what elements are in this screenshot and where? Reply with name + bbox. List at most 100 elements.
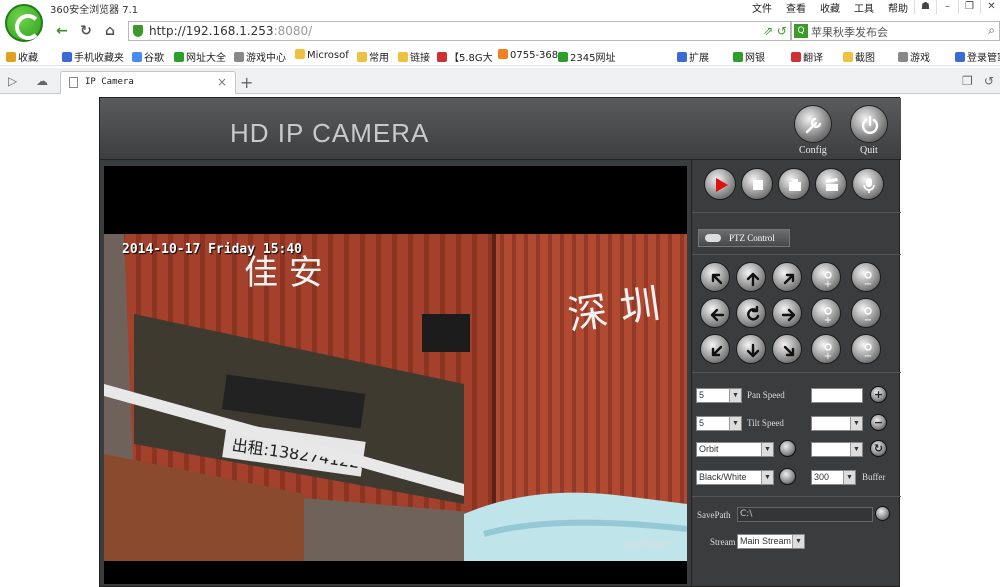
iris-open-button[interactable]: +: [811, 334, 841, 364]
close-tab-icon[interactable]: ×: [217, 75, 227, 89]
ptz-control-text: PTZ Control: [729, 233, 775, 243]
ptz-down-left-button[interactable]: [700, 334, 730, 364]
maximize-icon[interactable]: ❐: [958, 0, 980, 14]
security-shield-icon: [133, 25, 143, 37]
extension-label: 游戏: [910, 53, 930, 64]
orbit-go-button[interactable]: [779, 440, 796, 457]
browse-path-button[interactable]: [875, 506, 890, 521]
toolbar-extension-item[interactable]: 翻译: [791, 49, 823, 64]
svg-text:−: −: [864, 351, 872, 360]
pan-speed-select[interactable]: 5 ▼: [696, 388, 742, 403]
bookmark-item[interactable]: 2345网址: [558, 49, 615, 64]
bookmark-item[interactable]: 链接: [398, 49, 430, 64]
orbit-select[interactable]: Orbit ▼: [696, 442, 774, 457]
zoom-in-button[interactable]: +: [811, 262, 841, 292]
video-watermark: HotPeed: [622, 538, 669, 551]
cloud-icon[interactable]: ☁: [36, 74, 48, 88]
snapshot-button[interactable]: [778, 168, 810, 200]
address-bar[interactable]: http://192.168.1.253:8080/ ⇗ ↺: [128, 21, 792, 41]
search-box[interactable]: Q 苹果秋季发布会 ⌕: [790, 21, 1000, 41]
play-button[interactable]: [704, 168, 736, 200]
stop-button[interactable]: [741, 168, 773, 200]
eye-plus-icon: +: [824, 271, 832, 288]
refresh-icon[interactable]: ↻: [76, 22, 96, 40]
menu-file[interactable]: 文件: [752, 0, 772, 15]
back-icon[interactable]: ←: [52, 22, 72, 40]
power-icon: [861, 115, 879, 134]
extension-icon: [955, 52, 965, 62]
ptz-down-button[interactable]: [736, 334, 766, 364]
toolbar-extension-item[interactable]: 截图: [843, 49, 875, 64]
focus-far-button[interactable]: −: [851, 298, 881, 328]
undo-close-icon[interactable]: ↺: [984, 74, 994, 88]
toolbar-extension-item[interactable]: 游戏: [898, 49, 930, 64]
close-window-icon[interactable]: ✕: [980, 0, 1000, 14]
iris-close-button[interactable]: −: [851, 334, 881, 364]
address-action-icons[interactable]: ⇗ ↺: [763, 24, 787, 38]
bookmark-item[interactable]: Microsof: [295, 49, 349, 61]
quit-button[interactable]: [850, 105, 888, 143]
toolbar-extension-item[interactable]: 扩展: [677, 49, 709, 64]
tab-label: IP Camera: [85, 77, 134, 87]
bookmark-item[interactable]: 网址大全: [174, 49, 226, 64]
focus-near-button[interactable]: +: [811, 298, 841, 328]
buffer-select[interactable]: 300 ▼: [811, 470, 856, 485]
toolbar-extension-item[interactable]: 登录管家: [955, 49, 1000, 64]
ptz-right-button[interactable]: [772, 298, 802, 328]
stream-select[interactable]: Main Stream ▼: [737, 534, 805, 549]
ptz-up-right-button[interactable]: [772, 262, 802, 292]
ptz-control-label: PTZ Control: [698, 229, 790, 247]
extension-icon: [791, 52, 801, 62]
bookmark-icon: [234, 52, 244, 62]
ptz-down-right-button[interactable]: [772, 334, 802, 364]
remove-preset-button[interactable]: −: [870, 414, 887, 431]
menu-favorites[interactable]: 收藏: [820, 0, 840, 15]
tilt-speed-select[interactable]: 5 ▼: [696, 416, 742, 431]
zoom-out-button[interactable]: −: [851, 262, 881, 292]
ptz-left-button[interactable]: [700, 298, 730, 328]
skin-icon[interactable]: ☗: [914, 0, 936, 14]
focus-plus-icon: +: [824, 307, 832, 324]
microphone-button[interactable]: [852, 168, 884, 200]
bookmark-item[interactable]: 0755-368: [498, 49, 558, 61]
savepath-input[interactable]: C:\: [737, 507, 873, 522]
search-icon[interactable]: ⌕: [988, 23, 995, 38]
bookmark-item[interactable]: 收藏: [6, 49, 38, 64]
preset-select[interactable]: ▼: [811, 416, 863, 431]
arrow-right-icon: [781, 308, 796, 322]
ptz-up-left-button[interactable]: [700, 262, 730, 292]
search-text[interactable]: 苹果秋季发布会: [811, 24, 888, 40]
arrow-down-icon: [746, 343, 760, 358]
bookmark-item[interactable]: 游戏中心: [234, 49, 286, 64]
preset-input[interactable]: [811, 388, 863, 403]
address-url[interactable]: http://192.168.1.253:8080/: [149, 24, 312, 38]
bookmark-item[interactable]: 谷歌: [132, 49, 164, 64]
record-button[interactable]: [815, 168, 847, 200]
microphone-icon: [863, 178, 875, 193]
bookmark-item[interactable]: 【5.8G大: [437, 49, 493, 64]
menu-view[interactable]: 查看: [786, 0, 806, 15]
video-view[interactable]: 佳 安 深 圳 出租:13827412285 2014-10-17 Friday…: [104, 166, 687, 584]
add-preset-button[interactable]: +: [870, 386, 887, 403]
menu-tools[interactable]: 工具: [854, 0, 874, 15]
ptz-up-button[interactable]: [736, 262, 766, 292]
sidebar-toggle-icon[interactable]: ▷: [8, 74, 17, 88]
tab-ip-camera[interactable]: IP Camera ×: [60, 71, 236, 94]
home-icon[interactable]: ⌂: [100, 22, 120, 40]
panel-divider: [691, 160, 692, 587]
search-engine-icon[interactable]: Q: [794, 24, 808, 38]
new-tab-icon[interactable]: +: [240, 73, 253, 92]
restore-tab-icon[interactable]: ❐: [962, 74, 973, 88]
bookmark-item[interactable]: 手机收藏夹: [62, 49, 124, 64]
menu-help[interactable]: 帮助: [888, 0, 908, 15]
config-button[interactable]: [794, 105, 832, 143]
call-preset-select[interactable]: ▼: [811, 442, 863, 457]
ptz-center-button[interactable]: [736, 298, 766, 328]
color-mode-select[interactable]: Black/White ▼: [696, 470, 774, 485]
toolbar-extension-item[interactable]: 网银: [733, 49, 765, 64]
color-mode-button[interactable]: [779, 468, 796, 485]
call-preset-button[interactable]: ↻: [870, 440, 887, 457]
bookmark-icon: [398, 52, 408, 62]
bookmark-item[interactable]: 常用: [357, 49, 389, 64]
minimize-icon[interactable]: –: [936, 0, 958, 14]
